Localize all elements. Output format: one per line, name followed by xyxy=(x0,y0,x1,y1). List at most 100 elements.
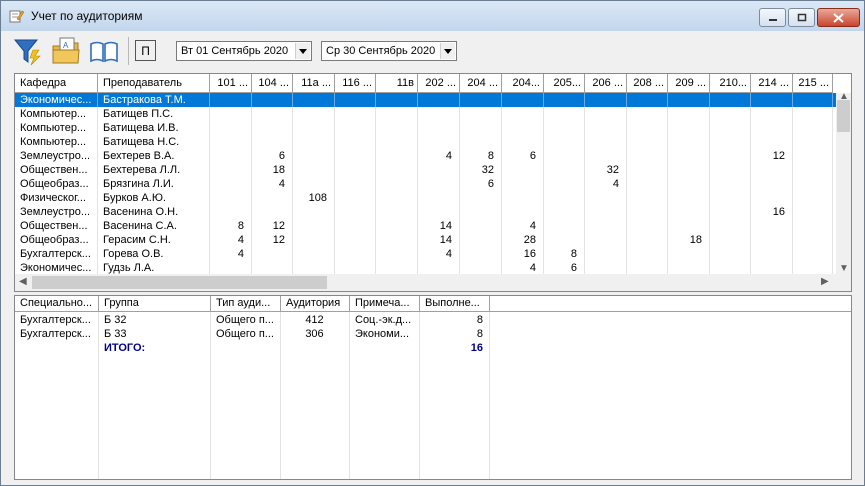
table-cell[interactable] xyxy=(418,261,460,275)
maximize-button[interactable] xyxy=(788,8,815,27)
date-to-select[interactable]: Ср 30 Сентябрь 2020 xyxy=(321,41,457,61)
table-cell[interactable] xyxy=(793,261,833,275)
table-cell[interactable] xyxy=(376,163,418,177)
column-header[interactable]: 208 ... xyxy=(627,74,668,92)
table-cell[interactable]: 4 xyxy=(210,247,252,261)
table-cell[interactable] xyxy=(627,205,668,219)
table-cell[interactable]: Бехтерев В.А. xyxy=(98,149,210,163)
table-cell[interactable] xyxy=(710,149,751,163)
table-cell[interactable] xyxy=(418,163,460,177)
table-cell[interactable] xyxy=(544,121,585,135)
table-cell[interactable] xyxy=(210,163,252,177)
table-cell[interactable] xyxy=(460,191,502,205)
table-row[interactable]: Компьютер... Батищева Н.С. xyxy=(15,135,836,149)
table-cell[interactable]: 12 xyxy=(252,219,293,233)
table-cell[interactable] xyxy=(210,107,252,121)
table-cell[interactable] xyxy=(627,149,668,163)
table-cell[interactable]: 8 xyxy=(420,313,490,327)
table-cell[interactable] xyxy=(710,233,751,247)
table-cell[interactable] xyxy=(376,177,418,191)
table-cell[interactable]: 6 xyxy=(544,261,585,275)
table-cell[interactable] xyxy=(710,107,751,121)
table-row[interactable]: Бухгалтерск... Б 33 Общего п... 306 Экономи.… xyxy=(15,327,851,341)
table-cell[interactable]: Экономичес... xyxy=(15,261,98,275)
table-cell[interactable]: Общего п... xyxy=(211,313,281,327)
scroll-down-icon[interactable]: ▼ xyxy=(839,263,849,274)
table-cell[interactable] xyxy=(751,93,793,107)
table-cell[interactable] xyxy=(335,163,376,177)
table-cell[interactable]: Бурков А.Ю. xyxy=(98,191,210,205)
table-cell[interactable] xyxy=(335,205,376,219)
table-cell[interactable] xyxy=(293,121,335,135)
table-cell[interactable] xyxy=(627,93,668,107)
table-cell[interactable]: Горева О.В. xyxy=(98,247,210,261)
table-cell[interactable]: Компьютер... xyxy=(15,135,98,149)
table-cell[interactable] xyxy=(751,135,793,149)
table-cell[interactable] xyxy=(210,93,252,107)
table-cell[interactable] xyxy=(376,149,418,163)
table-cell[interactable]: 4 xyxy=(502,261,544,275)
table-cell[interactable] xyxy=(335,121,376,135)
table-cell[interactable] xyxy=(293,261,335,275)
table-cell[interactable] xyxy=(544,219,585,233)
table-cell[interactable] xyxy=(293,205,335,219)
table-cell[interactable] xyxy=(627,177,668,191)
table-cell[interactable]: 8 xyxy=(420,327,490,341)
table-cell[interactable] xyxy=(585,107,627,121)
table-cell[interactable] xyxy=(668,177,710,191)
column-header[interactable]: Специально... xyxy=(15,296,99,311)
table-cell[interactable] xyxy=(460,135,502,149)
table-cell[interactable] xyxy=(544,177,585,191)
table-cell[interactable]: 4 xyxy=(585,177,627,191)
column-header[interactable]: 204... xyxy=(502,74,544,92)
table-cell[interactable] xyxy=(627,121,668,135)
table-cell[interactable]: Обществен... xyxy=(15,163,98,177)
column-header[interactable]: 101 ... xyxy=(210,74,252,92)
table-cell[interactable] xyxy=(418,107,460,121)
table-cell[interactable] xyxy=(668,121,710,135)
table-cell[interactable]: 18 xyxy=(252,163,293,177)
table-cell[interactable] xyxy=(293,233,335,247)
table-cell[interactable] xyxy=(793,177,833,191)
table-cell[interactable] xyxy=(544,107,585,121)
table-cell[interactable] xyxy=(502,93,544,107)
column-header[interactable]: 215 ... xyxy=(793,74,833,92)
table-cell[interactable]: 12 xyxy=(252,233,293,247)
auditorium-usage-grid[interactable]: Кафедра Преподаватель 101 ... 104 ... 11а ..… xyxy=(14,73,852,292)
table-cell[interactable]: Экономи... xyxy=(350,327,420,341)
table-cell[interactable]: 4 xyxy=(502,219,544,233)
table-cell[interactable] xyxy=(585,247,627,261)
table-cell[interactable] xyxy=(335,177,376,191)
table-cell[interactable] xyxy=(460,107,502,121)
table-cell[interactable] xyxy=(668,163,710,177)
table-cell[interactable] xyxy=(502,177,544,191)
filter-icon[interactable] xyxy=(13,36,43,66)
table-cell[interactable] xyxy=(585,205,627,219)
table-row[interactable]: Экономичес... Гудзь Л.А. 4 6 xyxy=(15,261,836,275)
table-cell[interactable] xyxy=(710,205,751,219)
table-cell[interactable]: 6 xyxy=(252,149,293,163)
table-cell[interactable] xyxy=(793,247,833,261)
table-cell[interactable] xyxy=(627,163,668,177)
table-cell[interactable] xyxy=(751,107,793,121)
table-cell[interactable] xyxy=(293,149,335,163)
table-cell[interactable] xyxy=(544,135,585,149)
table-cell[interactable] xyxy=(668,191,710,205)
table-cell[interactable] xyxy=(751,233,793,247)
table-cell[interactable]: 306 xyxy=(281,327,350,341)
table-cell[interactable] xyxy=(544,163,585,177)
group-details-grid[interactable]: Специально... Группа Тип ауди... Аудитория П… xyxy=(14,295,852,480)
table-cell[interactable] xyxy=(376,121,418,135)
horizontal-scroll-thumb[interactable] xyxy=(32,276,327,289)
table-cell[interactable] xyxy=(293,107,335,121)
table-cell[interactable] xyxy=(793,107,833,121)
table-cell[interactable]: 12 xyxy=(751,149,793,163)
table-cell[interactable] xyxy=(793,163,833,177)
table-cell[interactable]: Васенина С.А. xyxy=(98,219,210,233)
table-cell[interactable] xyxy=(710,135,751,149)
table-row[interactable]: Общеобраз... Герасим С.Н. 4 12 14 28 18 xyxy=(15,233,836,247)
column-header[interactable]: Тип ауди... xyxy=(211,296,281,311)
table-cell[interactable]: Компьютер... xyxy=(15,107,98,121)
table-cell[interactable] xyxy=(668,261,710,275)
table-cell[interactable]: Обществен... xyxy=(15,219,98,233)
